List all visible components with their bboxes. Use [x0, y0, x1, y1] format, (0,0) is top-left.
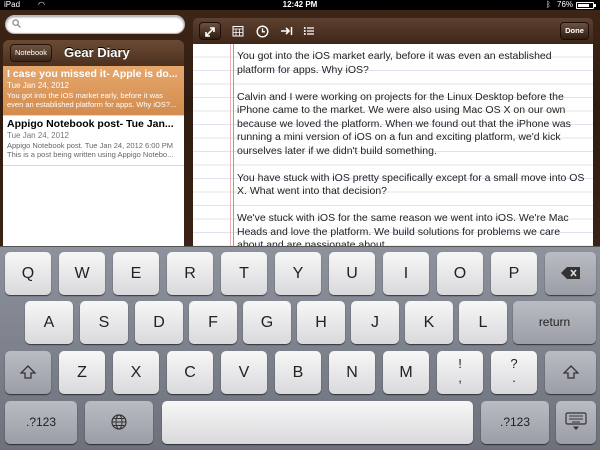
note-paragraph: You have stuck with iOS pretty specifica… — [237, 171, 585, 198]
note-date: Tue Jan 24, 2012 — [7, 131, 69, 140]
key-top-char: ? — [510, 356, 518, 371]
key-question-period[interactable]: ? . — [491, 351, 537, 394]
key-e[interactable]: E — [113, 252, 159, 295]
battery-percent: 76% — [557, 0, 574, 9]
key-z[interactable]: Z — [59, 351, 105, 394]
key-m[interactable]: M — [383, 351, 429, 394]
backspace-icon — [560, 267, 580, 279]
expand-icon — [205, 27, 215, 37]
shift-icon — [561, 365, 580, 379]
backspace-key[interactable] — [545, 252, 596, 295]
key-exclamation-comma[interactable]: ! , — [437, 351, 483, 394]
editor-toolbar — [193, 18, 593, 44]
key-u[interactable]: U — [329, 252, 375, 295]
key-q[interactable]: Q — [5, 252, 51, 295]
key-l[interactable]: L — [459, 301, 507, 344]
key-f[interactable]: F — [189, 301, 237, 344]
list-item[interactable]: I case you missed it- Apple is do... Tue… — [3, 66, 184, 116]
indent-button[interactable] — [278, 22, 294, 40]
numbers-key-left[interactable]: .?123 — [5, 401, 77, 444]
key-h[interactable]: H — [297, 301, 345, 344]
list-button[interactable] — [301, 22, 317, 40]
battery-icon — [576, 2, 596, 9]
notebook-button[interactable]: Notebook — [10, 44, 52, 62]
note-title: I case you missed it- Apple is do... — [7, 68, 178, 80]
shift-key-left[interactable] — [5, 351, 51, 394]
note-preview: You got into the iOS market early, befor… — [7, 91, 177, 109]
key-p[interactable]: P — [491, 252, 537, 295]
notebook-title: Gear Diary — [64, 45, 130, 60]
space-key[interactable] — [162, 401, 473, 444]
key-t[interactable]: T — [221, 252, 267, 295]
bluetooth-icon: ᛒ — [546, 0, 551, 9]
on-screen-keyboard: Q W E R T Y U I O P A S D F G H J K L re… — [0, 246, 600, 450]
key-v[interactable]: V — [221, 351, 267, 394]
key-c[interactable]: C — [167, 351, 213, 394]
key-k[interactable]: K — [405, 301, 453, 344]
search-icon — [12, 19, 21, 31]
margin-line — [230, 44, 231, 246]
key-w[interactable]: W — [59, 252, 105, 295]
shift-key-right[interactable] — [545, 351, 596, 394]
margin-line — [233, 44, 234, 246]
key-r[interactable]: R — [167, 252, 213, 295]
search-input[interactable] — [5, 15, 185, 34]
key-i[interactable]: I — [383, 252, 429, 295]
clock-button[interactable] — [254, 22, 270, 40]
notes-list: I case you missed it- Apple is do... Tue… — [3, 66, 184, 246]
globe-key[interactable] — [85, 401, 153, 444]
calendar-button[interactable] — [230, 22, 246, 40]
key-n[interactable]: N — [329, 351, 375, 394]
key-b[interactable]: B — [275, 351, 321, 394]
indent-icon — [280, 27, 292, 35]
key-a[interactable]: A — [25, 301, 73, 344]
numbers-key-right[interactable]: .?123 — [481, 401, 549, 444]
key-top-char: ! — [458, 356, 462, 371]
hide-keyboard-key[interactable] — [556, 401, 596, 444]
note-paragraph: You got into the iOS market early, befor… — [237, 50, 552, 76]
globe-icon — [111, 414, 127, 430]
key-o[interactable]: O — [437, 252, 483, 295]
clock-icon — [255, 25, 269, 38]
clock-time: 12:42 PM — [282, 0, 318, 9]
list-icon — [303, 27, 314, 35]
key-s[interactable]: S — [80, 301, 128, 344]
key-bottom-char: , — [458, 370, 462, 385]
key-g[interactable]: G — [243, 301, 291, 344]
status-bar: iPad ◠ 12:42 PM ᛒ 76% — [0, 0, 600, 10]
key-y[interactable]: Y — [275, 252, 321, 295]
shift-icon — [19, 365, 37, 379]
key-j[interactable]: J — [351, 301, 399, 344]
calendar-icon — [232, 26, 244, 37]
list-item[interactable]: Appigo Notebook post- Tue Jan... Tue Jan… — [3, 116, 184, 166]
note-body[interactable]: You got into the iOS market early, befor… — [237, 50, 587, 266]
keyboard-hide-icon — [565, 412, 587, 430]
expand-button[interactable] — [199, 22, 221, 40]
key-bottom-char: . — [512, 370, 516, 385]
key-d[interactable]: D — [135, 301, 183, 344]
note-title: Appigo Notebook post- Tue Jan... — [7, 118, 174, 130]
note-paragraph: Calvin and I were working on projects fo… — [237, 90, 571, 157]
note-date: Tue Jan 24, 2012 — [7, 81, 69, 90]
note-preview: Appigo Notebook post. Tue Jan 24, 2012 6… — [7, 141, 174, 159]
key-x[interactable]: X — [113, 351, 159, 394]
return-key[interactable]: return — [513, 301, 596, 344]
done-button[interactable]: Done — [560, 22, 589, 40]
